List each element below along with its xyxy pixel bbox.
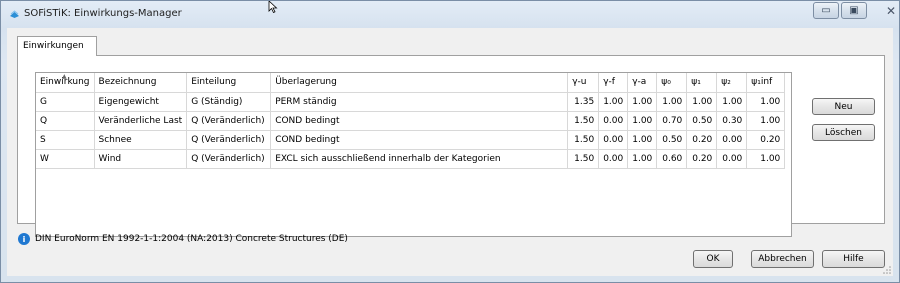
- mouse-cursor-icon: [268, 1, 278, 13]
- new-button-label: Neu: [834, 101, 853, 112]
- cell-gamma-f[interactable]: 1.00: [598, 92, 629, 112]
- cell-einteilung[interactable]: Q (Veränderlich): [186, 130, 272, 150]
- cell-einwirkung[interactable]: G: [36, 92, 95, 112]
- cell-ueberlagerung[interactable]: PERM ständig: [270, 92, 569, 112]
- cell-einteilung[interactable]: G (Ständig): [186, 92, 272, 112]
- table-row[interactable]: G Eigengewicht G (Ständig) PERM ständig …: [36, 92, 786, 112]
- table-row[interactable]: Q Veränderliche Last Q (Veränderlich) CO…: [36, 111, 786, 131]
- minimize-button[interactable]: ▭: [813, 2, 839, 19]
- cell-bezeichnung[interactable]: Schnee: [94, 130, 188, 150]
- cell-psi1inf[interactable]: 0.20: [746, 130, 786, 150]
- cell-gamma-u[interactable]: 1.50: [567, 111, 600, 131]
- cell-ueberlagerung[interactable]: COND bedingt: [270, 111, 569, 131]
- cell-psi1[interactable]: 1.00: [686, 92, 718, 112]
- cell-einwirkung[interactable]: W: [36, 149, 95, 169]
- table-header-row: ▲ Einwirkung Bezeichnung Einteilung Über…: [36, 73, 786, 93]
- cell-gamma-f[interactable]: 0.00: [598, 149, 629, 169]
- design-code-info: DIN EuroNorm EN 1992-1-1:2004 (NA:2013) …: [35, 234, 348, 244]
- cell-ueberlagerung[interactable]: COND bedingt: [270, 130, 569, 150]
- cell-psi2[interactable]: 1.00: [716, 92, 748, 112]
- info-icon: i: [18, 233, 30, 245]
- actions-grid: ▲ Einwirkung Bezeichnung Einteilung Über…: [36, 73, 786, 169]
- dialog-client-area: Einwirkungen ▲ Einwirkung Bezeichnung Ei…: [7, 28, 893, 276]
- cell-psi1inf[interactable]: 1.00: [746, 92, 786, 112]
- cell-bezeichnung[interactable]: Wind: [94, 149, 188, 169]
- delete-button[interactable]: Löschen: [812, 124, 875, 141]
- cell-gamma-f[interactable]: 0.00: [598, 130, 629, 150]
- title-bar[interactable]: SOFiSTiK: Einwirkungs-Manager ▭ ▣ ✕: [1, 1, 899, 28]
- cell-psi0[interactable]: 0.50: [656, 130, 688, 150]
- column-header-einwirkung[interactable]: ▲ Einwirkung: [36, 73, 95, 93]
- column-header-psi2[interactable]: ψ₂: [716, 73, 748, 93]
- sort-asc-icon: ▲: [62, 73, 67, 80]
- help-button-label: Hilfe: [843, 254, 864, 264]
- cell-psi0[interactable]: 0.60: [656, 149, 688, 169]
- maximize-icon: ▣: [849, 5, 859, 16]
- column-header-ueberlagerung[interactable]: Überlagerung: [270, 73, 569, 93]
- new-button[interactable]: Neu: [812, 98, 875, 115]
- cell-einwirkung[interactable]: S: [36, 130, 95, 150]
- cell-einteilung[interactable]: Q (Veränderlich): [186, 111, 272, 131]
- cancel-button[interactable]: Abbrechen: [751, 250, 814, 268]
- tab-label: Einwirkungen: [23, 41, 84, 51]
- cell-psi2[interactable]: 0.00: [716, 149, 748, 169]
- cell-gamma-u[interactable]: 1.35: [567, 92, 600, 112]
- window-title: SOFiSTiK: Einwirkungs-Manager: [24, 8, 182, 19]
- cell-psi1inf[interactable]: 1.00: [746, 111, 786, 131]
- column-header-bezeichnung[interactable]: Bezeichnung: [94, 73, 188, 93]
- cell-gamma-a[interactable]: 1.00: [627, 111, 658, 131]
- cell-ueberlagerung[interactable]: EXCL sich ausschließend innerhalb der Ka…: [270, 149, 569, 169]
- tab-einwirkungen[interactable]: Einwirkungen: [17, 36, 97, 56]
- caption-buttons: ▭ ▣ ✕: [813, 2, 900, 19]
- cell-gamma-a[interactable]: 1.00: [627, 130, 658, 150]
- delete-button-label: Löschen: [825, 127, 862, 138]
- cancel-button-label: Abbrechen: [758, 254, 807, 264]
- close-button[interactable]: ✕: [869, 2, 900, 19]
- cell-psi1[interactable]: 0.20: [686, 149, 718, 169]
- ok-button-label: OK: [706, 254, 720, 264]
- cell-psi1[interactable]: 0.50: [686, 111, 718, 131]
- cell-psi2[interactable]: 0.00: [716, 130, 748, 150]
- cell-gamma-f[interactable]: 0.00: [598, 111, 629, 131]
- column-header-psi1inf[interactable]: ψ₁inf: [746, 73, 786, 93]
- cell-gamma-a[interactable]: 1.00: [627, 92, 658, 112]
- table-row[interactable]: S Schnee Q (Veränderlich) COND bedingt 1…: [36, 130, 786, 150]
- cell-psi1inf[interactable]: 1.00: [746, 149, 786, 169]
- cell-einteilung[interactable]: Q (Veränderlich): [186, 149, 272, 169]
- resize-grip-icon[interactable]: [883, 266, 891, 274]
- cell-gamma-u[interactable]: 1.50: [567, 130, 600, 150]
- cell-bezeichnung[interactable]: Veränderliche Last: [94, 111, 188, 131]
- close-icon: ✕: [885, 3, 897, 18]
- cell-einwirkung[interactable]: Q: [36, 111, 95, 131]
- cell-gamma-u[interactable]: 1.50: [567, 149, 600, 169]
- minimize-icon: ▭: [821, 5, 831, 16]
- tab-panel: ▲ Einwirkung Bezeichnung Einteilung Über…: [17, 55, 885, 237]
- maximize-button[interactable]: ▣: [841, 2, 867, 19]
- sofistik-logo-icon: [10, 10, 19, 18]
- column-header-gamma-u[interactable]: γ-u: [567, 73, 600, 93]
- column-header-gamma-a[interactable]: γ-a: [627, 73, 658, 93]
- cell-psi1[interactable]: 0.20: [686, 130, 718, 150]
- cell-psi2[interactable]: 0.30: [716, 111, 748, 131]
- cell-psi0[interactable]: 0.70: [656, 111, 688, 131]
- actions-table: ▲ Einwirkung Bezeichnung Einteilung Über…: [35, 72, 792, 237]
- table-row[interactable]: W Wind Q (Veränderlich) EXCL sich aussch…: [36, 149, 786, 169]
- ok-button[interactable]: OK: [693, 250, 733, 268]
- help-button[interactable]: Hilfe: [822, 250, 885, 268]
- cell-bezeichnung[interactable]: Eigengewicht: [94, 92, 188, 112]
- column-header-psi1[interactable]: ψ₁: [686, 73, 718, 93]
- column-header-psi0[interactable]: ψ₀: [656, 73, 688, 93]
- cell-psi0[interactable]: 1.00: [656, 92, 688, 112]
- cell-gamma-a[interactable]: 1.00: [627, 149, 658, 169]
- column-header-gamma-f[interactable]: γ-f: [598, 73, 629, 93]
- dialog-window: SOFiSTiK: Einwirkungs-Manager ▭ ▣ ✕ Einw…: [0, 0, 900, 283]
- column-header-einteilung[interactable]: Einteilung: [186, 73, 272, 93]
